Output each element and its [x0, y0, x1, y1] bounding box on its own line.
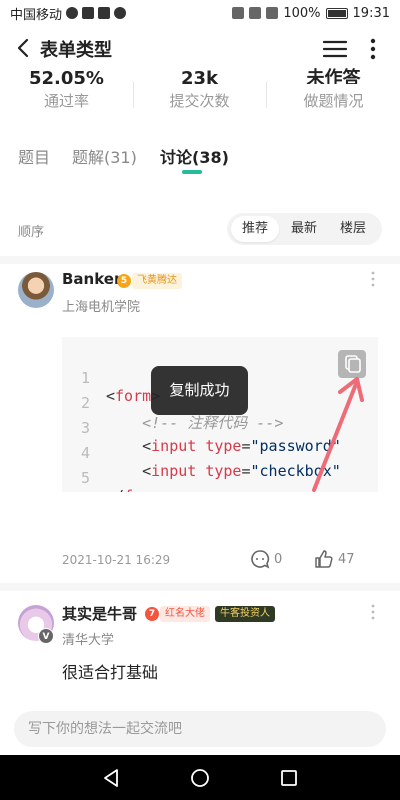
comment-icon [251, 550, 270, 569]
status-bar: 中国移动 100% 19:31 [0, 0, 400, 26]
sort-recommended[interactable]: 推荐 [231, 216, 279, 242]
tab-solutions[interactable]: 题解(31) [72, 144, 137, 168]
page-title: 表单类型 [40, 40, 112, 61]
clock: 19:31 [352, 5, 390, 21]
stat-value: 23k [180, 68, 219, 84]
avatar[interactable] [18, 272, 54, 308]
line-number: 5 [80, 469, 90, 487]
stat-label: 提交次数 [169, 92, 230, 110]
comment-input[interactable]: 写下你的想法一起交流吧 [14, 711, 386, 747]
stat-label: 通过率 [43, 92, 89, 110]
sort-latest[interactable]: 最新 [280, 216, 328, 242]
level-badge: 7 [145, 607, 159, 621]
tab-active-indicator [182, 170, 202, 174]
comment-count: 0 [274, 551, 283, 567]
problem-stats: 52.05% 通过率 23k 提交次数 未作答 做题情况 [0, 62, 400, 122]
toast-copy-success: 复制成功 [151, 366, 248, 415]
app-notification-icon [82, 7, 95, 19]
stat-label: 做题情况 [303, 92, 364, 110]
thumbs-up-icon [315, 550, 333, 568]
more-vertical-icon[interactable] [370, 604, 376, 620]
verified-badge: V [38, 628, 54, 644]
tab-bar: 题目 题解(31) 讨论(38) [0, 140, 400, 180]
tab-discussion[interactable]: 讨论(38) [160, 144, 229, 168]
sort-label: 顺序 [18, 225, 45, 240]
sort-segmented-control: 推荐 最新 楼层 [227, 213, 382, 245]
carrier-label: 中国移动 [10, 7, 63, 23]
username[interactable]: Banker [62, 270, 121, 288]
rank-tag: 红名大佬 [160, 606, 210, 622]
like-count: 47 [338, 551, 355, 567]
nav-back-icon[interactable] [100, 767, 122, 789]
stat-value: 未作答 [306, 68, 361, 84]
annotation-arrow-icon [312, 377, 364, 492]
nav-home-icon[interactable] [189, 767, 211, 789]
stat-submissions: 23k 提交次数 [133, 62, 266, 111]
more-vertical-icon[interactable] [370, 271, 376, 287]
school-label: 清华大学 [62, 633, 115, 648]
comment-date: 2021-10-21 16:29 [62, 553, 171, 567]
stat-pass-rate: 52.05% 通过率 [0, 62, 133, 111]
signal-icon [266, 7, 279, 19]
wechat-icon [66, 7, 79, 19]
tab-problem[interactable]: 题目 [18, 144, 50, 168]
battery-icon [325, 7, 348, 19]
wifi-icon [249, 7, 262, 19]
comment-text: 很适合打基础 [62, 663, 159, 682]
level-badge: 5 [117, 274, 131, 288]
stat-status: 未作答 做题情况 [267, 62, 400, 111]
system-nav-bar [0, 755, 400, 800]
menu-icon[interactable] [323, 39, 347, 59]
back-arrow-icon[interactable] [14, 38, 34, 58]
stat-value: 52.05% [29, 68, 104, 84]
email-icon [98, 7, 111, 19]
rank-tag: 飞黄腾达 [132, 273, 182, 289]
sort-floor[interactable]: 楼层 [329, 216, 377, 242]
message-icon [114, 7, 127, 19]
nav-recent-apps-icon[interactable] [278, 767, 300, 789]
battery-percent: 100% [283, 5, 321, 21]
reply-button[interactable]: 0 [250, 549, 282, 569]
investor-tag: 牛客投资人 [215, 606, 275, 622]
username[interactable]: 其实是牛哥 [62, 603, 137, 624]
school-label: 上海电机学院 [62, 300, 141, 315]
mute-icon [232, 7, 245, 19]
like-button[interactable]: 47 [314, 549, 355, 569]
more-vertical-icon[interactable] [366, 38, 380, 60]
section-divider [0, 256, 400, 264]
section-divider [0, 583, 400, 591]
